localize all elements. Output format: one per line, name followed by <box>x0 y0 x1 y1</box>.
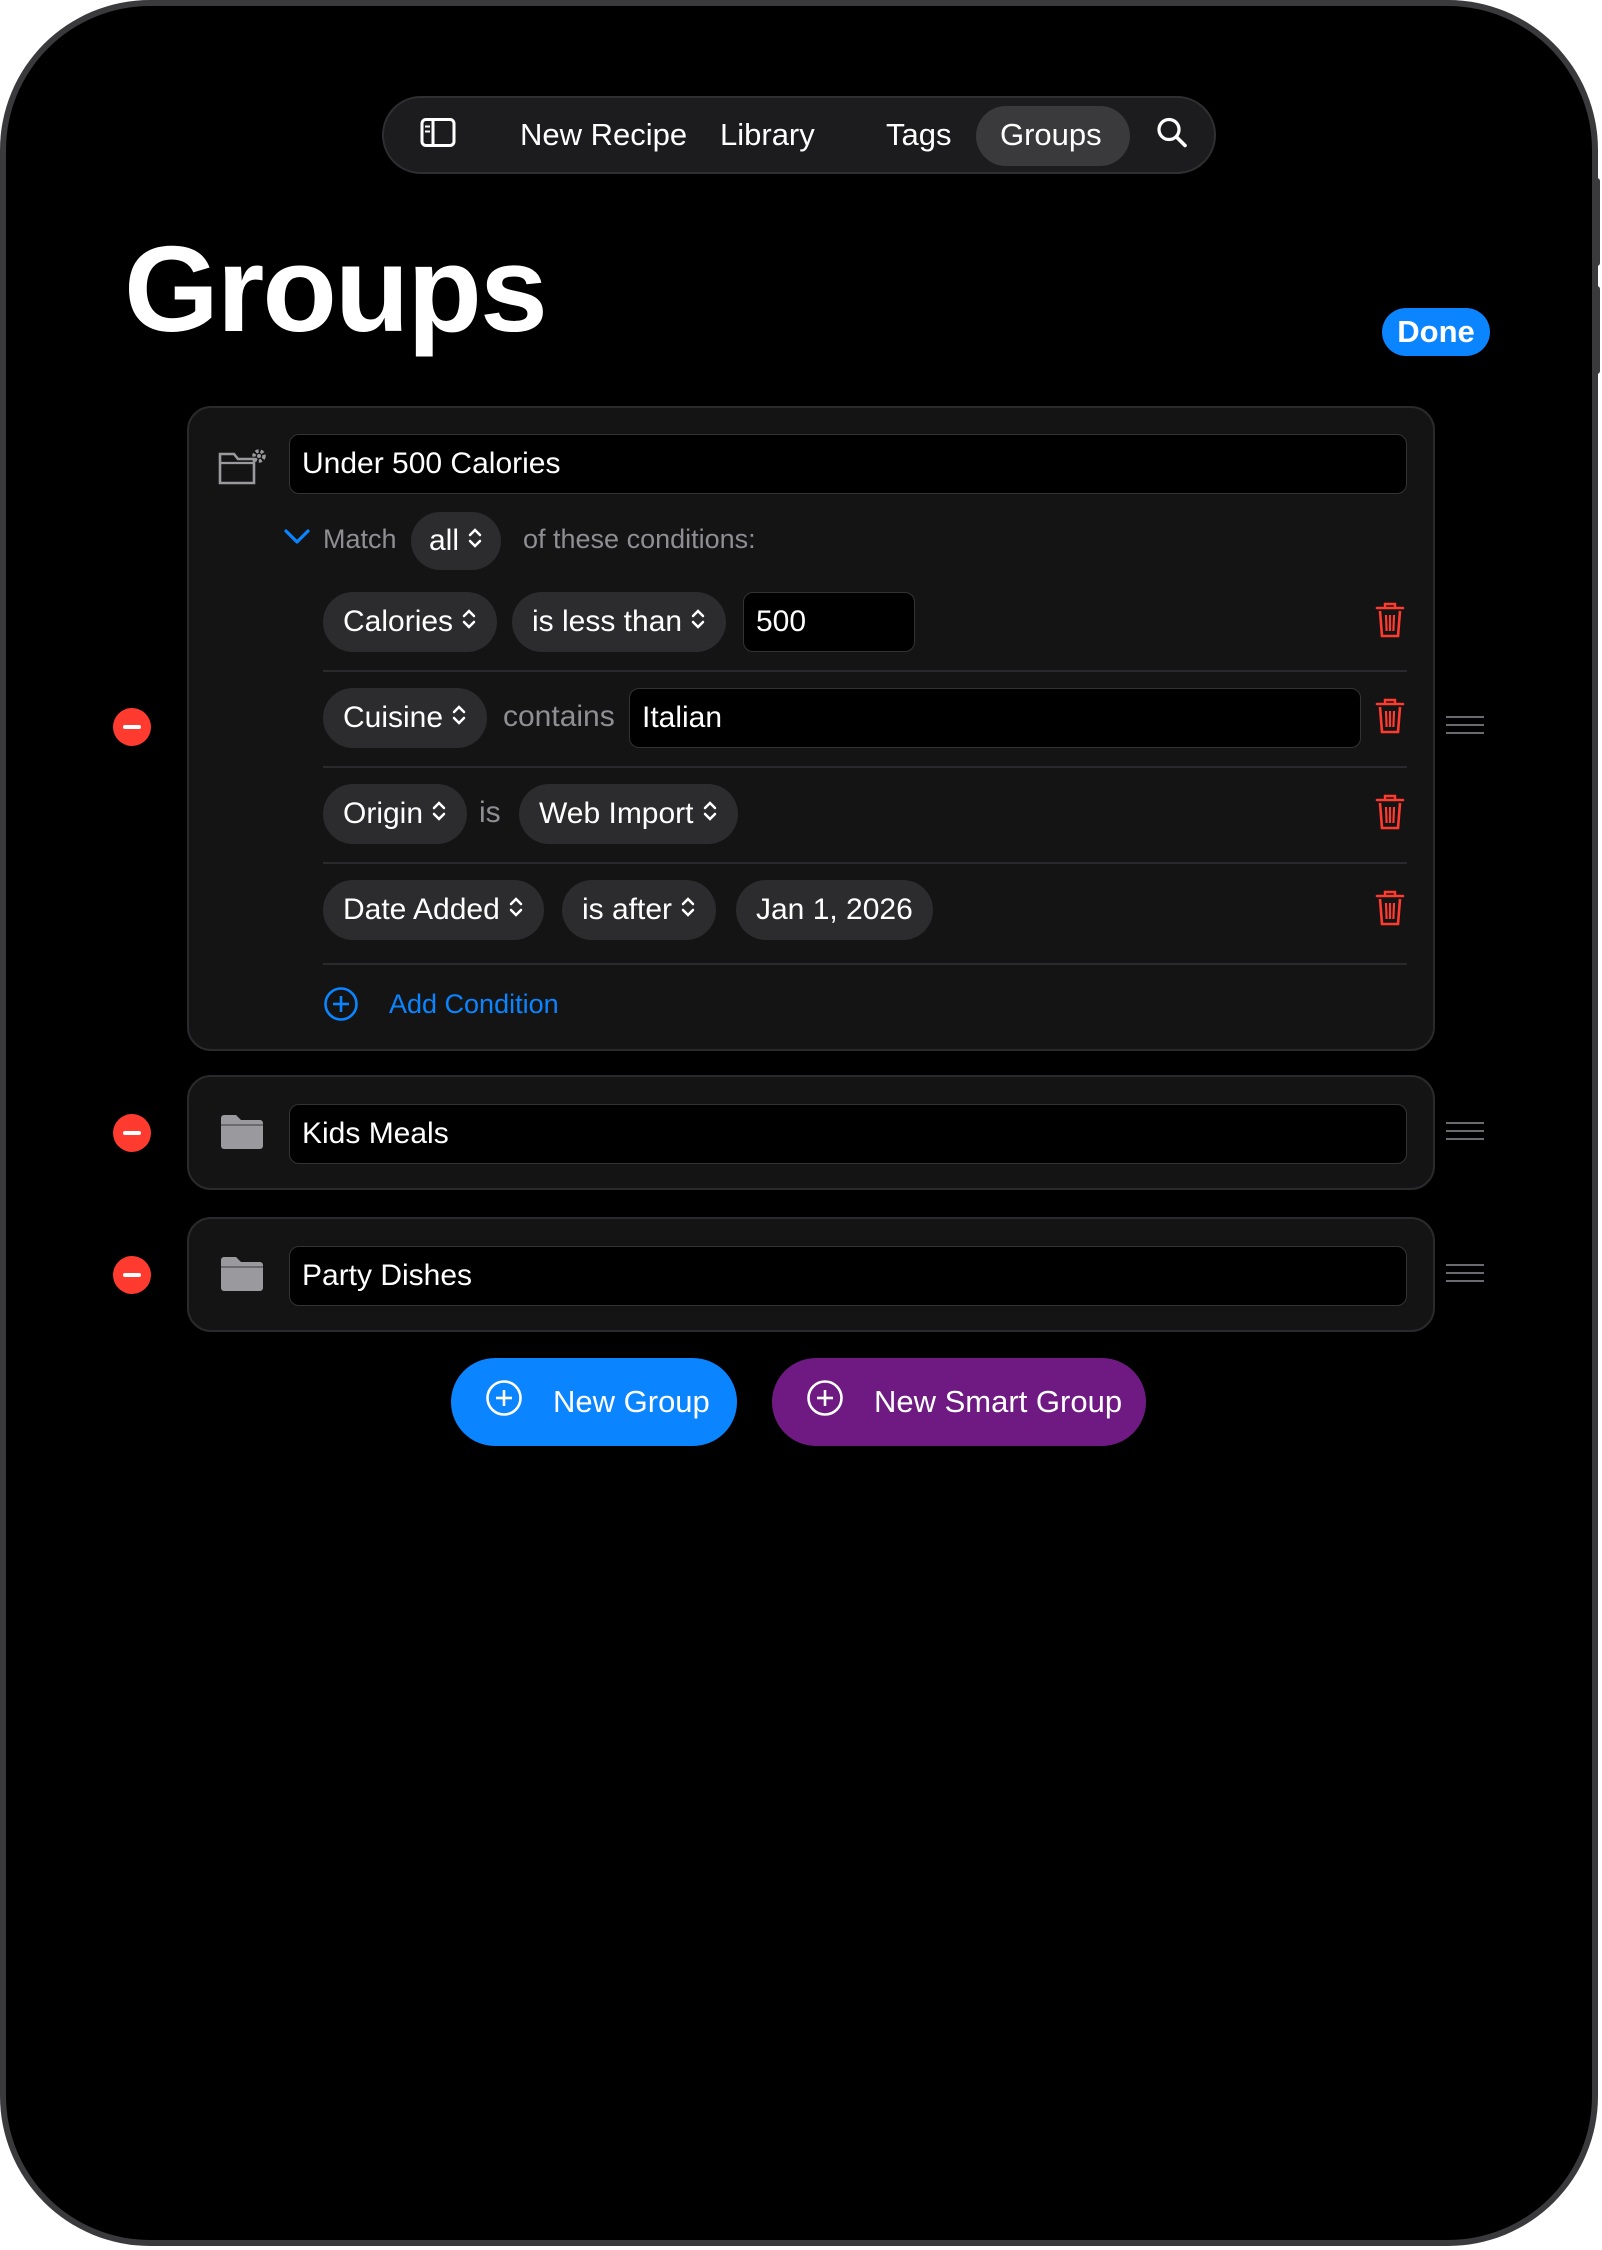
page-title: Groups <box>124 221 548 357</box>
delete-group-button[interactable] <box>113 708 151 746</box>
condition-field-selector[interactable]: Cuisine <box>323 688 488 748</box>
condition-operator-label: contains <box>503 700 615 733</box>
chevron-up-down-icon <box>467 524 483 558</box>
tab-tags[interactable]: Tags <box>886 117 951 153</box>
condition-field-selector[interactable]: Origin <box>323 784 468 844</box>
condition-field-label: Date Added <box>343 893 500 926</box>
group-name-field[interactable]: Party Dishes <box>289 1246 1407 1306</box>
condition-operator-label: is less than <box>532 605 683 638</box>
new-group-button[interactable]: New Group <box>451 1358 737 1446</box>
group-card: Kids Meals <box>187 1075 1435 1190</box>
chevron-up-down-icon <box>431 797 447 831</box>
add-condition-icon[interactable] <box>323 986 359 1027</box>
delete-group-button[interactable] <box>113 1114 151 1152</box>
folder-icon <box>219 1113 265 1156</box>
match-suffix: of these conditions: <box>523 524 756 554</box>
group-name-field[interactable]: Kids Meals <box>289 1104 1407 1164</box>
done-button[interactable]: Done <box>1382 308 1490 356</box>
top-navigation-bar: New Recipe Library Tags Groups <box>382 96 1216 174</box>
condition-operator-selector[interactable]: is after <box>562 880 717 940</box>
trash-icon[interactable] <box>1375 793 1405 836</box>
search-icon[interactable] <box>1156 117 1188 154</box>
screen: New Recipe Library Tags Groups Groups Do… <box>6 6 1592 2240</box>
condition-operator-selector[interactable]: is less than <box>512 592 727 652</box>
new-smart-group-button[interactable]: New Smart Group <box>772 1358 1146 1446</box>
reorder-handle-icon[interactable] <box>1446 1264 1484 1284</box>
match-mode-selector[interactable]: all <box>411 512 502 570</box>
condition-field-selector[interactable]: Date Added <box>323 880 544 940</box>
sidebar-toggle-icon[interactable] <box>420 118 456 153</box>
chevron-up-down-icon <box>702 797 718 831</box>
condition-field-label: Cuisine <box>343 701 444 734</box>
smart-folder-icon <box>217 446 269 491</box>
chevron-up-down-icon <box>690 605 706 639</box>
condition-operator-label: is after <box>582 893 673 926</box>
match-label: Match <box>323 524 397 554</box>
reorder-handle-icon[interactable] <box>1446 1122 1484 1142</box>
condition-divider <box>323 963 1407 965</box>
device-side-button <box>1594 286 1600 374</box>
trash-icon[interactable] <box>1375 697 1405 740</box>
chevron-up-down-icon <box>461 605 477 639</box>
add-condition-button[interactable]: Add Condition <box>389 989 559 1020</box>
match-mode-value: all <box>429 524 460 557</box>
chevron-up-down-icon <box>680 893 696 927</box>
group-card: Party Dishes <box>187 1217 1435 1332</box>
condition-divider <box>323 862 1407 864</box>
device-frame: New Recipe Library Tags Groups Groups Do… <box>0 0 1600 2246</box>
condition-divider <box>323 670 1407 672</box>
condition-divider <box>323 766 1407 768</box>
tab-library[interactable]: Library <box>720 117 815 153</box>
tab-new-recipe[interactable]: New Recipe <box>520 117 687 153</box>
chevron-up-down-icon <box>508 893 524 927</box>
condition-value-label: Jan 1, 2026 <box>756 893 913 926</box>
trash-icon[interactable] <box>1375 889 1405 932</box>
delete-group-button[interactable] <box>113 1256 151 1294</box>
plus-circle-icon <box>485 1379 523 1425</box>
condition-date-picker[interactable]: Jan 1, 2026 <box>736 880 933 940</box>
condition-value-label: Web Import <box>539 797 694 830</box>
condition-field-selector[interactable]: Calories <box>323 592 498 652</box>
chevron-up-down-icon <box>451 701 467 735</box>
group-name-field[interactable]: Under 500 Calories <box>289 434 1407 494</box>
reorder-handle-icon[interactable] <box>1446 716 1484 736</box>
trash-icon[interactable] <box>1375 601 1405 644</box>
condition-value-selector[interactable]: Web Import <box>519 784 738 844</box>
condition-field-label: Calories <box>343 605 454 638</box>
chevron-down-icon[interactable] <box>283 528 311 551</box>
device-side-button <box>1594 178 1600 266</box>
new-smart-group-label: New Smart Group <box>874 1384 1123 1419</box>
condition-field-label: Origin <box>343 797 424 830</box>
plus-circle-icon <box>806 1379 844 1425</box>
condition-value-field[interactable]: 500 <box>743 592 915 652</box>
condition-value-field[interactable]: Italian <box>629 688 1361 748</box>
folder-icon <box>219 1255 265 1298</box>
condition-operator-label: is <box>479 796 501 829</box>
tab-groups[interactable]: Groups <box>1000 117 1102 153</box>
device-top-button <box>1360 0 1418 4</box>
new-group-label: New Group <box>553 1384 710 1419</box>
smart-group-card: Under 500 Calories Match all of these co… <box>187 406 1435 1051</box>
